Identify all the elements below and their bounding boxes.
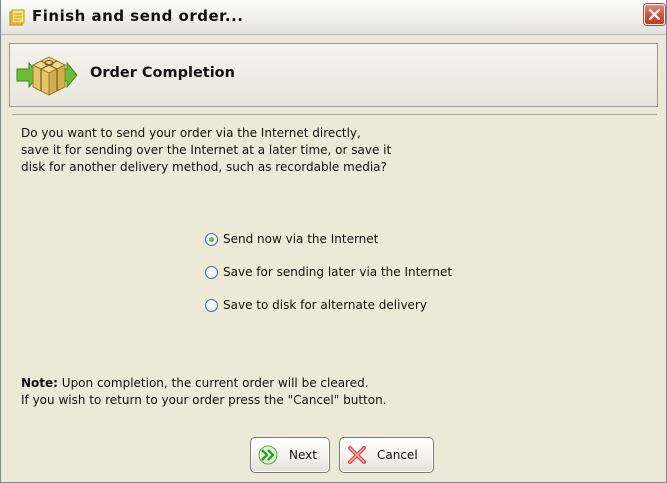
close-button[interactable] [644, 4, 665, 25]
note-line-1: Upon completion, the current order will … [57, 376, 369, 390]
note-line: Note: Upon completion, the current order… [21, 375, 387, 392]
note-line-2: If you wish to return to your order pres… [21, 393, 387, 407]
section-title: Order Completion [90, 65, 235, 81]
next-arrow-icon [257, 445, 279, 465]
next-label: Next [289, 448, 317, 462]
question-text: Do you want to send your order via the I… [21, 125, 391, 176]
question-line: Do you want to send your order via the I… [21, 126, 361, 140]
note-prefix: Note: [21, 376, 58, 390]
window-title: Finish and send order... [32, 7, 244, 25]
radio-button[interactable] [205, 266, 218, 279]
cancel-label: Cancel [377, 448, 418, 462]
note-text: Note: Upon completion, the current order… [21, 375, 387, 409]
option-label[interactable]: Send now via the Internet [223, 232, 378, 246]
question-line: disk for another delivery method, such a… [21, 160, 387, 174]
dialog-window: Finish and send order... Order Completio… [0, 0, 667, 483]
content-panel: Do you want to send your order via the I… [12, 114, 657, 482]
next-button[interactable]: Next [250, 437, 330, 473]
document-icon [8, 9, 25, 26]
option-label[interactable]: Save to disk for alternate delivery [223, 298, 427, 312]
package-icon [15, 49, 79, 101]
title-bar[interactable]: Finish and send order... [1, 0, 666, 35]
question-line: save it for sending over the Internet at… [21, 143, 392, 157]
option-label[interactable]: Save for sending later via the Internet [223, 265, 452, 279]
radio-selected-dot [209, 237, 214, 242]
radio-button[interactable] [205, 299, 218, 312]
cancel-x-icon [346, 445, 368, 465]
cancel-button[interactable]: Cancel [339, 437, 434, 473]
radio-button[interactable] [205, 233, 218, 246]
section-header: Order Completion [9, 43, 658, 107]
